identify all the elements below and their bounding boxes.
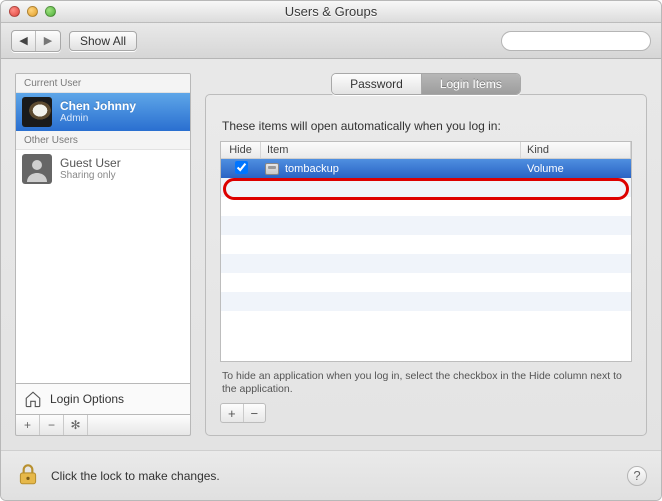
back-button[interactable]: ◀ — [12, 31, 36, 51]
tab-bar: Password Login Items — [205, 73, 647, 95]
user-name: Guest User — [60, 157, 121, 171]
current-user-header: Current User — [16, 74, 190, 93]
login-options-button[interactable]: Login Options — [15, 384, 191, 415]
user-action-menu[interactable]: ✻ — [64, 415, 88, 435]
zoom-button[interactable] — [45, 6, 56, 17]
minimize-button[interactable] — [27, 6, 38, 17]
item-kind: Volume — [521, 163, 631, 175]
hide-hint: To hide an application when you log in, … — [222, 370, 630, 397]
show-all-button[interactable]: Show All — [69, 31, 137, 51]
table-row[interactable] — [221, 197, 631, 216]
toolbar: ◀ ▶ Show All — [1, 23, 661, 59]
close-button[interactable] — [9, 6, 20, 17]
login-items-table: Hide Item Kind tombackup Volume — [220, 141, 632, 362]
user-name: Chen Johnny — [60, 100, 136, 114]
traffic-lights — [1, 6, 56, 17]
table-row[interactable]: tombackup Volume — [221, 159, 631, 178]
table-row[interactable] — [221, 235, 631, 254]
avatar-icon — [22, 154, 52, 184]
login-item-add-remove: + − — [220, 403, 266, 423]
table-body: tombackup Volume — [221, 159, 631, 361]
search-input[interactable] — [512, 34, 658, 48]
login-items-panel: These items will open automatically when… — [205, 94, 647, 436]
login-options-label: Login Options — [50, 392, 124, 406]
item-name: tombackup — [285, 163, 339, 175]
add-user-button[interactable]: + — [16, 415, 40, 435]
hide-checkbox[interactable] — [235, 161, 248, 174]
col-kind[interactable]: Kind — [521, 142, 631, 158]
user-list: Current User Chen Johnny Admin Other Use… — [15, 73, 191, 384]
table-row[interactable] — [221, 254, 631, 273]
forward-button[interactable]: ▶ — [36, 31, 60, 51]
user-row-current[interactable]: Chen Johnny Admin — [16, 93, 190, 131]
table-row[interactable] — [221, 311, 631, 330]
col-hide[interactable]: Hide — [221, 142, 261, 158]
login-items-intro: These items will open automatically when… — [222, 119, 630, 133]
remove-login-item-button[interactable]: − — [244, 404, 266, 422]
user-role: Admin — [60, 113, 136, 124]
table-row[interactable] — [221, 178, 631, 197]
table-row[interactable] — [221, 292, 631, 311]
titlebar: Users & Groups — [1, 1, 661, 23]
home-icon — [24, 390, 42, 408]
user-add-remove-bar: + − ✻ — [15, 415, 191, 436]
nav-buttons: ◀ ▶ — [11, 30, 61, 52]
user-role: Sharing only — [60, 170, 121, 181]
avatar-icon — [22, 97, 52, 127]
tab-login-items[interactable]: Login Items — [422, 74, 520, 94]
window-title: Users & Groups — [1, 4, 661, 19]
lock-message: Click the lock to make changes. — [51, 469, 220, 483]
other-users-header: Other Users — [16, 131, 190, 150]
table-row[interactable] — [221, 273, 631, 292]
help-button[interactable]: ? — [627, 466, 647, 486]
user-row-guest[interactable]: Guest User Sharing only — [16, 150, 190, 188]
footer: Click the lock to make changes. ? — [1, 450, 661, 500]
col-item[interactable]: Item — [261, 142, 521, 158]
search-field[interactable] — [501, 31, 651, 51]
add-login-item-button[interactable]: + — [221, 404, 244, 422]
tab-password[interactable]: Password — [332, 74, 422, 94]
lock-icon[interactable] — [15, 461, 41, 490]
table-row[interactable] — [221, 216, 631, 235]
remove-user-button[interactable]: − — [40, 415, 64, 435]
volume-icon — [265, 163, 279, 175]
users-and-groups-window: Users & Groups ◀ ▶ Show All Current User… — [0, 0, 662, 501]
main-panel: Password Login Items These items will op… — [205, 73, 647, 436]
table-header: Hide Item Kind — [221, 142, 631, 159]
sidebar: Current User Chen Johnny Admin Other Use… — [15, 73, 191, 436]
